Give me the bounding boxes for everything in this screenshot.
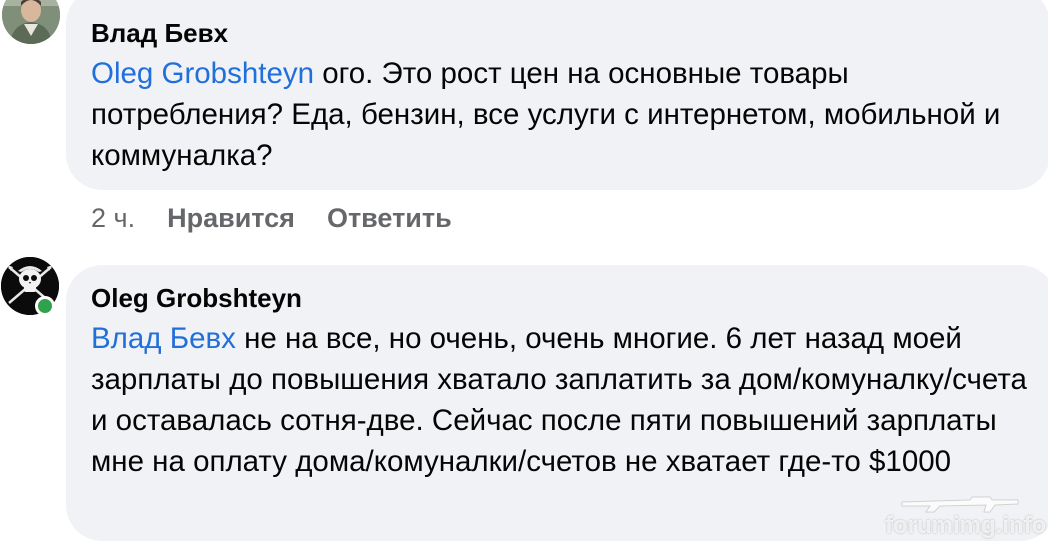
comment-bubble: Влад Бевх Oleg Grobshteyn ого. Это рост … — [66, 0, 1048, 190]
like-button[interactable]: Нравится — [167, 203, 295, 233]
watermark: forumimg.info — [885, 512, 1047, 539]
comment-author[interactable]: Oleg Grobshteyn — [91, 281, 1030, 315]
comment-text: Oleg Grobshteyn ого. Это рост цен на осн… — [91, 53, 1024, 176]
comment-actions: 2 ч. Нравится Ответить — [91, 200, 484, 236]
commenter-avatar[interactable] — [2, 0, 60, 44]
rifle-watermark-icon — [901, 496, 1019, 513]
mention-link[interactable]: Oleg Grobshteyn — [91, 57, 314, 90]
profile-photo — [2, 0, 60, 44]
comment-timestamp[interactable]: 2 ч. — [91, 203, 135, 233]
mention-link[interactable]: Влад Бевх — [91, 322, 236, 355]
online-status-icon — [35, 296, 55, 316]
comment-text: Влад Бевх не на все, но очень, очень мно… — [91, 318, 1030, 482]
reply-button[interactable]: Ответить — [327, 203, 452, 233]
comment-author[interactable]: Влад Бевх — [91, 16, 1024, 50]
